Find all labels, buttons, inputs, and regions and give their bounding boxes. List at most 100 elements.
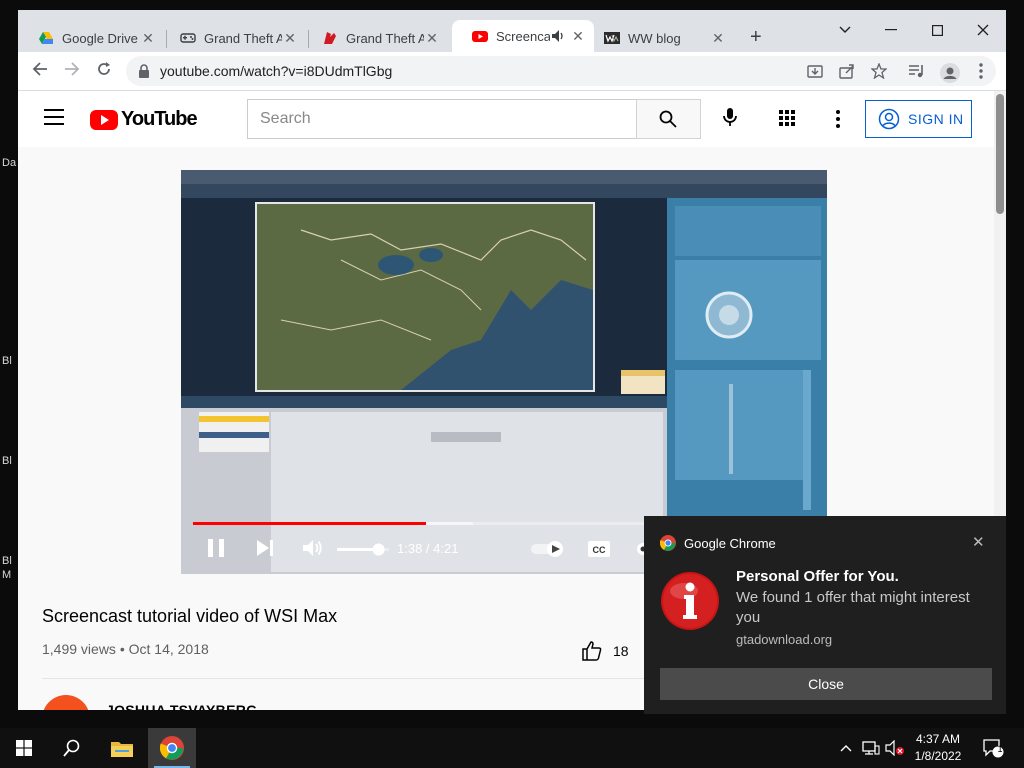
sign-in-button[interactable]: SIGN IN [865, 100, 972, 138]
next-video-icon[interactable] [255, 538, 275, 560]
volume-slider[interactable] [337, 540, 389, 558]
network-icon[interactable] [860, 728, 882, 768]
notification-title: Personal Offer for You. [736, 568, 899, 585]
svg-text:CC: CC [593, 545, 606, 555]
divider [42, 678, 646, 679]
tab-title: Screencast [496, 28, 550, 44]
rockstar-icon [324, 32, 336, 44]
tab-grand-theft-auto-2[interactable]: Grand Theft Au ✕ [302, 24, 448, 52]
action-center-icon[interactable]: 1 [978, 728, 1008, 768]
tab-title: Google Drive [62, 30, 138, 46]
clock-date: 1/8/2022 [914, 749, 962, 763]
gamepad-icon [180, 33, 196, 43]
search-input[interactable]: Search [247, 99, 636, 139]
close-icon[interactable]: ✕ [282, 30, 298, 47]
chrome-menu-icon[interactable] [972, 63, 990, 81]
desktop-label[interactable]: Bl [2, 555, 12, 567]
tab-title: WW blog [628, 30, 681, 46]
show-hidden-icons-chevron-icon[interactable] [836, 728, 856, 768]
back-arrow-icon[interactable] [28, 60, 52, 82]
taskbar-search-icon[interactable] [48, 728, 96, 768]
account-circle-icon [878, 108, 900, 130]
desktop-label[interactable]: Bl [2, 455, 12, 467]
windows-taskbar: 4:37 AM 1/8/2022 1 [0, 728, 1024, 768]
tab-strip: Google Drive ✕ Grand Theft Au ✕ Grand Th… [18, 10, 1006, 52]
forward-arrow-icon[interactable] [60, 60, 84, 82]
microphone-icon[interactable] [718, 105, 742, 129]
tab-screencast[interactable]: Screencast ✕ [452, 20, 594, 52]
clock-time: 4:37 AM [915, 732, 961, 746]
like-button[interactable]: 18 [581, 640, 629, 662]
taskbar-chrome-icon[interactable] [148, 728, 196, 768]
youtube-logo[interactable]: YouTube [90, 108, 198, 131]
volume-icon[interactable] [301, 538, 325, 560]
search-placeholder: Search [260, 110, 311, 127]
notification-count: 1 [997, 744, 1003, 754]
search-button[interactable] [636, 99, 701, 139]
close-icon[interactable]: ✕ [424, 30, 440, 47]
youtube-header: YouTube Search SIGN IN [18, 91, 994, 147]
video-frame-weather-software-screencast [181, 170, 827, 574]
notification-app-name: Google Chrome [684, 536, 776, 551]
address-bar[interactable]: youtube.com/watch?v=i8DUdmTlGbg [126, 56, 996, 86]
ww-blog-icon [604, 32, 620, 44]
maximize-icon[interactable] [914, 16, 960, 44]
reload-icon[interactable] [92, 60, 116, 82]
system-clock[interactable]: 4:37 AM 1/8/2022 [908, 731, 968, 765]
speaker-icon[interactable] [550, 28, 566, 44]
dismiss-x-icon[interactable]: ✕ [972, 533, 985, 551]
minimize-icon[interactable] [868, 16, 914, 44]
volume-muted-icon[interactable] [884, 728, 906, 768]
video-title: Screencast tutorial video of WSI Max [42, 606, 338, 626]
share-icon[interactable] [838, 63, 856, 81]
pause-icon[interactable] [207, 538, 225, 560]
chrome-notification[interactable]: Google Chrome ✕ Personal Offer for You. … [644, 516, 1006, 714]
close-icon[interactable]: ✕ [140, 30, 156, 47]
youtube-wordmark: YouTube [121, 108, 198, 130]
tab-google-drive[interactable]: Google Drive ✕ [18, 24, 164, 52]
channel-avatar[interactable]: J [42, 695, 90, 710]
video-views-date: 1,499 views • Oct 14, 2018 [42, 641, 209, 657]
thumbs-up-icon [582, 641, 602, 661]
tab-title: Grand Theft Au [204, 30, 282, 46]
apps-grid-icon[interactable] [778, 109, 798, 129]
bookmark-star-icon[interactable] [870, 62, 888, 81]
desktop-label[interactable]: Bl [2, 355, 12, 367]
closed-captions-icon[interactable]: CC [587, 540, 611, 558]
scrollbar-thumb[interactable] [996, 94, 1004, 214]
video-played-bar [193, 522, 427, 525]
notification-close-button[interactable]: Close [660, 668, 992, 700]
media-control-icon[interactable] [908, 63, 926, 81]
url-text[interactable]: youtube.com/watch?v=i8DUdmTlGbg [160, 63, 392, 79]
profile-avatar-icon[interactable] [940, 63, 960, 83]
like-count: 18 [613, 643, 629, 659]
hamburger-menu-icon[interactable] [44, 109, 64, 125]
tab-search-chevron-down-icon[interactable] [822, 16, 868, 44]
file-explorer-icon[interactable] [98, 728, 146, 768]
desktop-label[interactable]: Da [2, 157, 16, 169]
notification-body: We found 1 offer that might interest you [736, 589, 970, 626]
chrome-logo-icon [660, 535, 676, 551]
video-time: 1:38 / 4:21 [397, 541, 459, 556]
google-drive-icon [39, 32, 53, 44]
window-close-icon[interactable] [960, 16, 1006, 44]
windows-start-icon[interactable] [0, 728, 48, 768]
sign-in-label: SIGN IN [908, 111, 964, 127]
install-app-icon[interactable] [806, 63, 824, 81]
close-icon[interactable]: ✕ [710, 30, 726, 47]
tab-title: Grand Theft Au [346, 30, 424, 46]
browser-toolbar: youtube.com/watch?v=i8DUdmTlGbg [18, 52, 1006, 91]
search-icon [659, 110, 677, 128]
tab-grand-theft-auto-1[interactable]: Grand Theft Au ✕ [160, 24, 306, 52]
lock-icon[interactable] [138, 64, 150, 78]
tab-ww-blog[interactable]: WW blog ✕ [584, 24, 734, 52]
new-tab-plus-icon[interactable]: + [750, 26, 762, 49]
info-icon [661, 572, 719, 630]
notification-source: gtadownload.org [736, 632, 833, 647]
video-player[interactable]: 1:38 / 4:21 CC [181, 170, 827, 574]
channel-name[interactable]: JOSHUA TSVAYBERG [106, 702, 257, 710]
desktop-label[interactable]: M [2, 569, 11, 581]
youtube-play-logo-icon [90, 109, 118, 130]
settings-more-icon[interactable] [828, 109, 848, 129]
autoplay-toggle[interactable] [531, 540, 565, 558]
